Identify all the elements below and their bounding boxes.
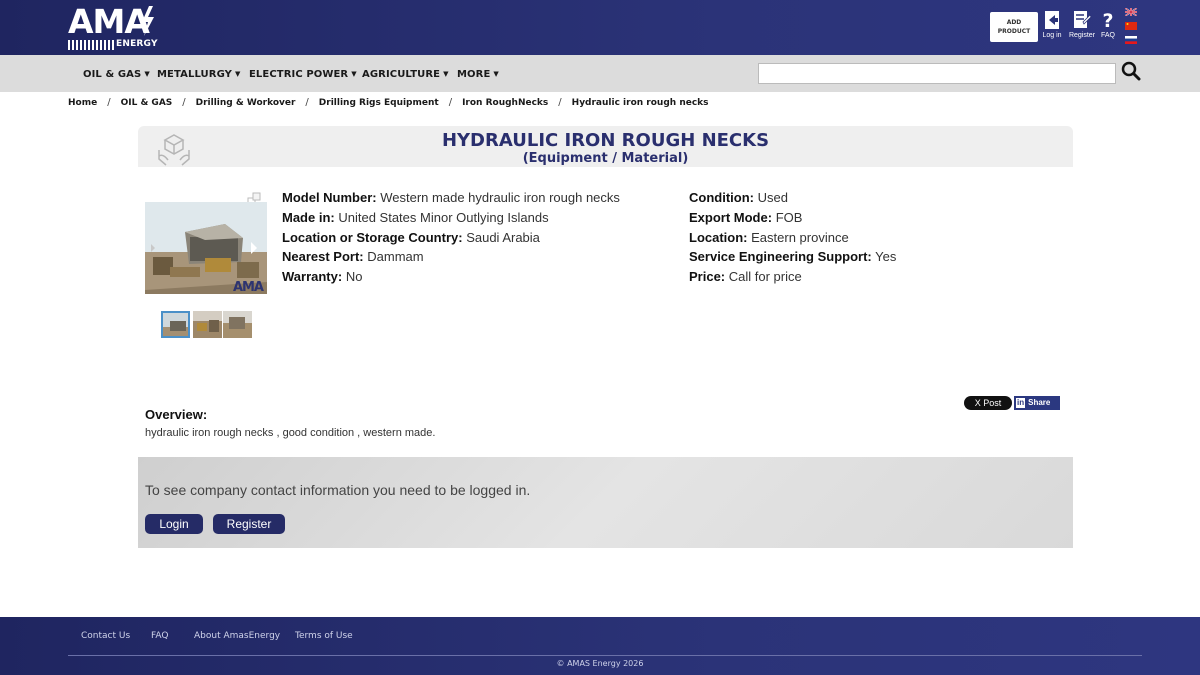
breadcrumb-separator: /	[107, 97, 111, 108]
spec-service-support: Service Engineering Support: Yes	[689, 249, 897, 264]
thumbnail-image	[163, 313, 188, 336]
logo-bar: ENERGY	[68, 39, 157, 50]
nav-item-metallurgy[interactable]: METALLURGY ▼	[157, 69, 241, 80]
spec-storage-country: Location or Storage Country: Saudi Arabi…	[282, 230, 540, 245]
footer-divider	[68, 655, 1142, 656]
lightning-icon	[142, 6, 154, 36]
caret-down-icon: ▼	[144, 70, 150, 78]
spec-price: Price: Call for price	[689, 269, 802, 284]
login-required-message: To see company contact information you n…	[145, 482, 531, 498]
nav-item-more[interactable]: MORE ▼	[457, 69, 499, 80]
caret-down-icon: ▼	[443, 70, 449, 78]
russian-flag-icon[interactable]	[1125, 36, 1137, 44]
linkedin-icon: in	[1016, 398, 1026, 408]
search-icon[interactable]	[1121, 61, 1141, 81]
product-main-image[interactable]: AMA	[145, 202, 267, 294]
contact-login-panel: To see company contact information you n…	[138, 457, 1073, 548]
thumbnail-1[interactable]	[161, 311, 190, 338]
english-flag-icon[interactable]	[1125, 8, 1137, 16]
breadcrumb-separator: /	[182, 97, 186, 108]
spec-location: Location: Eastern province	[689, 230, 849, 245]
register-icon	[1074, 11, 1092, 28]
breadcrumb-oil-gas[interactable]: OIL & GAS	[121, 98, 173, 108]
linkedin-share-label: Share	[1028, 398, 1051, 407]
footer-about[interactable]: About AmasEnergy	[194, 631, 280, 641]
caret-down-icon: ▼	[351, 70, 357, 78]
logo-text: AMA	[68, 2, 150, 41]
image-watermark: AMA	[232, 280, 264, 294]
site-footer: Contact Us FAQ About AmasEnergy Terms of…	[0, 617, 1200, 675]
overview-heading: Overview:	[145, 407, 208, 422]
linkedin-share-button[interactable]: in Share	[1014, 396, 1060, 410]
chinese-flag-icon[interactable]	[1125, 22, 1137, 30]
caret-down-icon: ▼	[235, 70, 241, 78]
copyright-text: © AMAS Energy 2026	[556, 659, 644, 668]
login-button[interactable]: Login	[145, 514, 203, 534]
register-link[interactable]: Register	[1068, 10, 1096, 39]
login-link[interactable]: Log in	[1040, 10, 1064, 39]
logo-stripes	[68, 40, 114, 50]
spec-model-number: Model Number: Western made hydraulic iro…	[282, 190, 620, 205]
breadcrumb-separator: /	[305, 97, 309, 108]
spec-nearest-port: Nearest Port: Dammam	[282, 249, 424, 264]
overview-text: hydraulic iron rough necks , good condit…	[145, 427, 436, 439]
thumbnail-2[interactable]	[193, 311, 222, 338]
login-icon	[1045, 11, 1059, 29]
breadcrumb-drilling-workover[interactable]: Drilling & Workover	[196, 98, 296, 108]
spec-condition: Condition: Used	[689, 190, 788, 205]
thumbnail-image	[223, 311, 252, 338]
product-title-panel: HYDRAULIC IRON ROUGH NECKS (Equipment / …	[138, 126, 1073, 167]
x-post-button[interactable]: X Post	[964, 396, 1012, 410]
breadcrumb-iron-roughnecks[interactable]: Iron RoughNecks	[462, 98, 548, 108]
spec-warranty: Warranty: No	[282, 269, 363, 284]
breadcrumb-current: Hydraulic iron rough necks	[571, 98, 709, 108]
question-icon: ?	[1102, 10, 1113, 30]
thumbnail-3[interactable]	[223, 311, 252, 338]
thumbnail-image	[193, 311, 222, 338]
breadcrumb-separator: /	[448, 97, 453, 108]
add-product-line2: PRODUCT	[997, 28, 1031, 35]
svg-text:?: ?	[1102, 10, 1113, 30]
search-input[interactable]	[758, 63, 1116, 84]
breadcrumb: Home / OIL & GAS / Drilling & Workover / Drill…	[68, 97, 709, 111]
footer-contact-us[interactable]: Contact Us	[81, 631, 130, 641]
spec-export-mode: Export Mode: FOB	[689, 210, 803, 225]
logo-sub: ENERGY	[116, 39, 158, 49]
caret-down-icon: ▼	[493, 70, 499, 78]
nav-item-electric-power[interactable]: ELECTRIC POWER ▼	[249, 69, 357, 80]
breadcrumb-drilling-rigs[interactable]: Drilling Rigs Equipment	[319, 98, 439, 108]
breadcrumb-separator: /	[558, 97, 562, 108]
footer-faq[interactable]: FAQ	[151, 631, 168, 641]
site-logo[interactable]: AMA ENERGY	[68, 2, 157, 50]
faq-link[interactable]: ? FAQ	[1098, 10, 1118, 39]
spec-made-in: Made in: United States Minor Outlying Is…	[282, 210, 549, 225]
nav-item-oil-gas[interactable]: OIL & GAS ▼	[83, 69, 150, 80]
add-product-button[interactable]: ADD PRODUCT	[990, 12, 1038, 42]
product-title: HYDRAULIC IRON ROUGH NECKS	[441, 130, 770, 151]
product-subtitle: (Equipment / Material)	[522, 151, 689, 166]
add-product-line1: ADD	[1006, 19, 1022, 26]
breadcrumb-home[interactable]: Home	[68, 98, 97, 108]
register-label: Register	[1068, 32, 1096, 39]
faq-label: FAQ	[1100, 32, 1115, 39]
nav-item-agriculture[interactable]: AGRICULTURE ▼	[362, 69, 449, 80]
register-button[interactable]: Register	[213, 514, 285, 534]
site-header: AMA ENERGY ADD PRODUCT Log in Register ?…	[0, 0, 1200, 55]
login-label: Log in	[1042, 32, 1062, 39]
footer-terms[interactable]: Terms of Use	[295, 631, 353, 641]
